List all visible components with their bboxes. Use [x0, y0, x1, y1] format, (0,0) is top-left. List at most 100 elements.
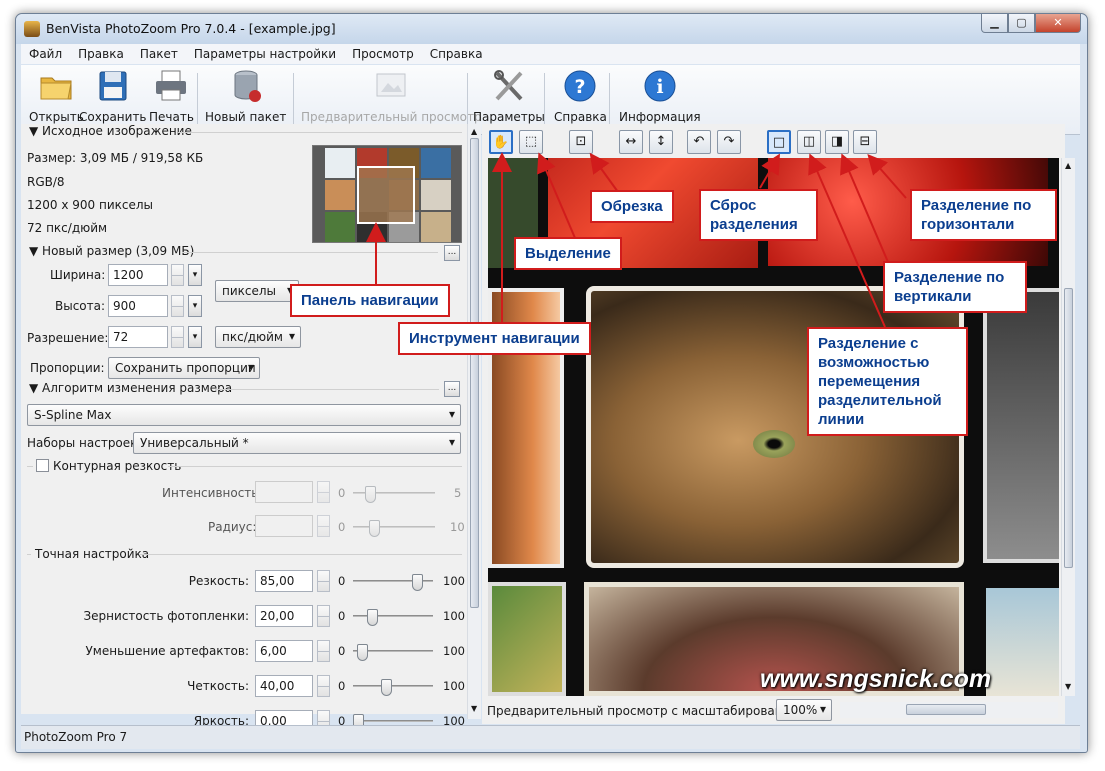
slider-knob[interactable]	[381, 679, 392, 696]
fine-row-slider[interactable]	[353, 644, 433, 661]
callout-split-v: Разделение по вертикали	[883, 261, 1027, 313]
height-input[interactable]: 900	[108, 295, 168, 317]
width-input[interactable]: 1200	[108, 264, 168, 286]
open-button[interactable]: Открыть	[29, 69, 84, 124]
width-unit-button[interactable]: ▾	[188, 264, 202, 286]
settings-label: Параметры	[473, 110, 545, 124]
slider-knob[interactable]	[367, 609, 378, 626]
presets-select[interactable]: Универсальный *	[133, 432, 461, 454]
source-dims: 1200 x 900 пикселы	[27, 198, 154, 212]
fine-row-spinner[interactable]	[317, 640, 330, 662]
navigation-thumbnail[interactable]	[312, 145, 462, 243]
fine-row-input[interactable]: 85,00	[255, 570, 313, 592]
save-button[interactable]: Сохранить	[79, 69, 147, 124]
contour-checkbox[interactable]	[36, 459, 49, 472]
preview-icon	[376, 73, 406, 97]
menu-settings[interactable]: Параметры настройки	[186, 47, 344, 61]
menu-edit[interactable]: Правка	[70, 47, 132, 61]
help-button[interactable]: ? Справка	[554, 69, 607, 124]
fit-height-button[interactable]: ↕	[649, 130, 673, 154]
hand-tool[interactable]: ✋	[489, 130, 513, 154]
new-size-header[interactable]: ▼ Новый размер (3,09 МБ)	[29, 244, 194, 258]
radius-input[interactable]	[255, 515, 313, 537]
crop-tool[interactable]: ⊡	[569, 130, 593, 154]
callout-split-move: Разделение с возможностью перемещения ра…	[807, 327, 968, 436]
print-button[interactable]: Печать	[149, 69, 194, 124]
algorithm-select[interactable]: S-Spline Max	[27, 404, 461, 426]
app-icon	[24, 21, 40, 37]
source-dpi: 72 пкс/дюйм	[27, 221, 108, 235]
fine-row-max: 100	[443, 609, 465, 623]
menu-help[interactable]: Справка	[422, 47, 491, 61]
new-batch-button[interactable]: Новый пакет	[205, 69, 286, 124]
fine-row-slider[interactable]	[353, 609, 433, 626]
reset-split-button[interactable]: □	[767, 130, 791, 154]
size-unit-select[interactable]: пикселы	[215, 280, 299, 302]
menu-file[interactable]: Файл	[21, 47, 70, 61]
selection-tool[interactable]: ⬚	[519, 130, 543, 154]
save-label: Сохранить	[79, 110, 147, 124]
horizontal-split-button[interactable]: ⊟	[853, 130, 877, 154]
fit-width-button[interactable]: ↔	[619, 130, 643, 154]
fine-row-input[interactable]: 6,00	[255, 640, 313, 662]
resolution-input[interactable]: 72	[108, 326, 168, 348]
radius-max: 10	[450, 520, 465, 534]
fine-row-input[interactable]: 40,00	[255, 675, 313, 697]
vertical-split-button[interactable]: ◨	[825, 130, 849, 154]
resolution-unit-button[interactable]: ▾	[188, 326, 202, 348]
intensity-min: 0	[338, 486, 346, 500]
zoom-select[interactable]: 100%	[776, 699, 832, 721]
preview-vscrollbar[interactable]: ▲ ▼	[1061, 158, 1075, 696]
tools-icon	[493, 70, 523, 101]
fine-row-slider[interactable]	[353, 714, 433, 731]
width-spinner[interactable]	[171, 264, 184, 286]
algorithm-header[interactable]: ▼ Алгоритм изменения размера	[29, 381, 232, 395]
preview-button[interactable]: Предварительный просмотр	[301, 69, 482, 124]
resolution-unit-select[interactable]: пкс/дюйм	[215, 326, 301, 348]
fine-tune-header: Точная настройка	[35, 547, 150, 561]
resolution-label: Разрешение:	[27, 331, 109, 345]
fine-row-spinner[interactable]	[317, 605, 330, 627]
settings-scrollbar[interactable]: ▲ ▼	[467, 124, 481, 719]
settings-button[interactable]: Параметры	[473, 69, 545, 124]
intensity-slider[interactable]	[353, 486, 435, 503]
minimize-button[interactable]: ▁	[981, 14, 1008, 33]
fine-row-spinner[interactable]	[317, 675, 330, 697]
menu-batch[interactable]: Пакет	[132, 47, 186, 61]
menu-view[interactable]: Просмотр	[344, 47, 422, 61]
callout-reset-split: Сброс разделения	[699, 189, 818, 241]
rotate-left-button[interactable]: ↶	[687, 130, 711, 154]
fine-row-slider[interactable]	[353, 574, 433, 591]
radius-slider[interactable]	[353, 520, 435, 537]
floppy-icon	[99, 71, 127, 101]
callout-nav-panel: Панель навигации	[290, 284, 450, 317]
source-image-header[interactable]: ▼ Исходное изображение	[29, 124, 192, 138]
fine-row-input[interactable]: 20,00	[255, 605, 313, 627]
height-unit-button[interactable]: ▾	[188, 295, 202, 317]
radius-min: 0	[338, 520, 346, 534]
close-button[interactable]: ✕	[1035, 14, 1081, 33]
proportions-select[interactable]: Сохранить пропорции	[108, 357, 260, 379]
maximize-button[interactable]: ▢	[1008, 14, 1035, 33]
new-size-more-button[interactable]: ...	[444, 245, 460, 261]
algorithm-more-button[interactable]: ...	[444, 381, 460, 397]
help-icon: ?	[564, 70, 596, 102]
resolution-spinner[interactable]	[171, 326, 184, 348]
slider-knob[interactable]	[357, 644, 368, 661]
fine-row-spinner[interactable]	[317, 570, 330, 592]
preview-hscrollbar[interactable]	[840, 702, 1058, 718]
intensity-input[interactable]	[255, 481, 313, 503]
intensity-max: 5	[454, 486, 462, 500]
intensity-spinner[interactable]	[317, 481, 330, 503]
rotate-right-button[interactable]: ↷	[717, 130, 741, 154]
info-button[interactable]: i Информация	[619, 69, 701, 124]
movable-split-button[interactable]: ◫	[797, 130, 821, 154]
source-size: Размер: 3,09 МБ / 919,58 КБ	[27, 151, 204, 165]
fine-row-slider[interactable]	[353, 679, 433, 696]
zoom-label: Предварительный просмотр с масштабирован…	[487, 704, 811, 718]
slider-knob[interactable]	[412, 574, 423, 591]
svg-text:i: i	[656, 76, 663, 98]
radius-spinner[interactable]	[317, 515, 330, 537]
height-spinner[interactable]	[171, 295, 184, 317]
window-title: BenVista PhotoZoom Pro 7.0.4 - [example.…	[46, 21, 336, 36]
